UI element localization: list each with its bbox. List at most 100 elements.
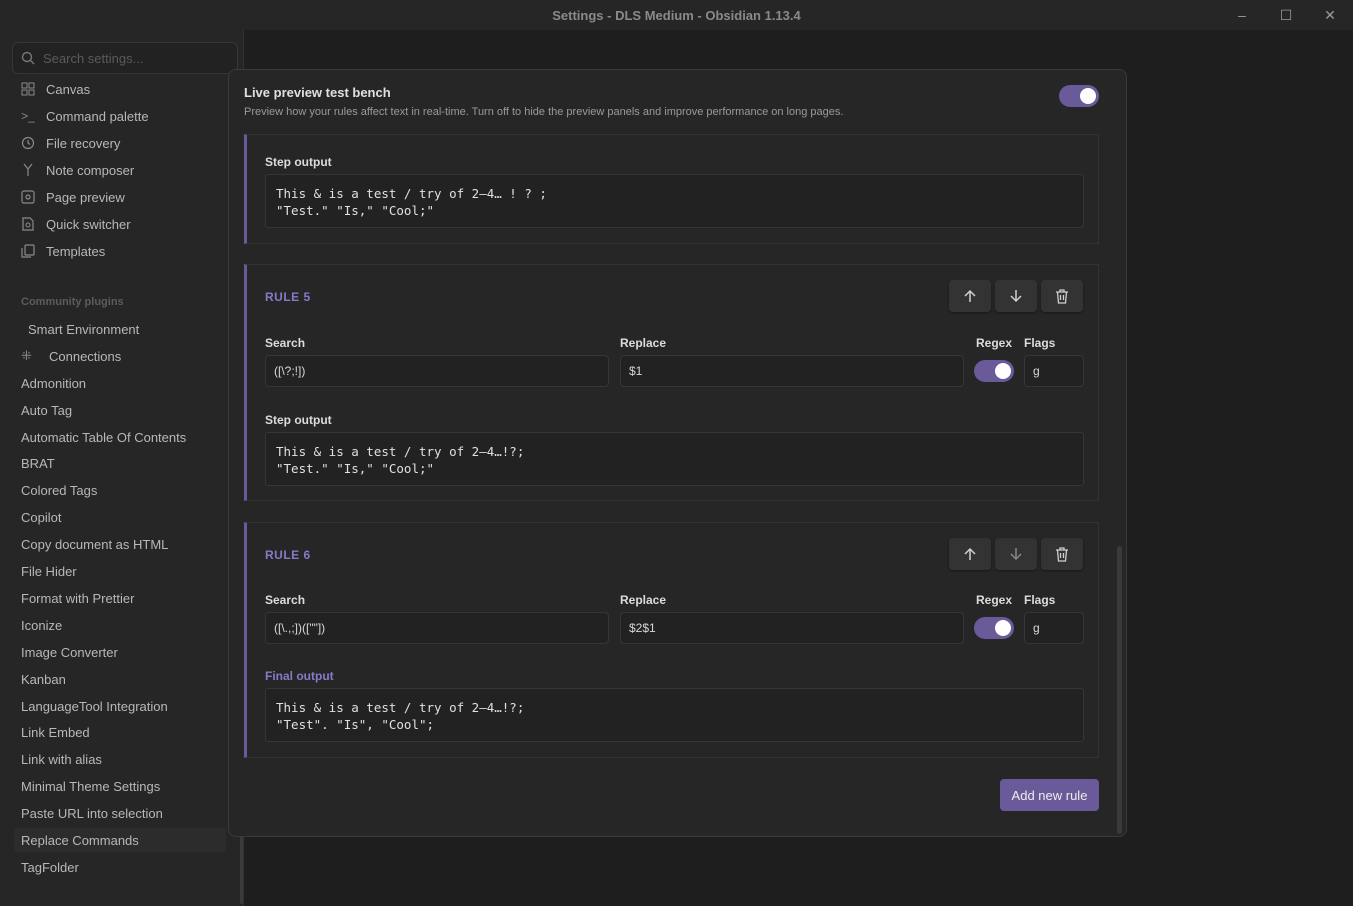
search-input[interactable]: ([\?;!]) [265, 355, 609, 387]
history-icon [20, 135, 36, 151]
delete-rule-button[interactable] [1041, 538, 1083, 570]
sidebar-item-label: Copy document as HTML [21, 536, 169, 552]
sidebar-item-plugin[interactable]: Image Converter [14, 640, 226, 664]
sidebar-item-plugin-active[interactable]: Replace Commands [14, 828, 226, 852]
sidebar-item-label: Link Embed [21, 724, 90, 740]
flags-input[interactable]: g [1024, 355, 1084, 387]
sidebar-item-plugin[interactable]: Admonition [14, 371, 226, 395]
sidebar-item-plugin[interactable]: Copilot [14, 505, 226, 529]
sidebar-item-label: Templates [46, 243, 106, 259]
sidebar-item-label: File Hider [21, 563, 77, 579]
sidebar-item-label: Note composer [46, 162, 135, 178]
sidebar-item-label: Automatic Table Of Contents [21, 429, 187, 445]
settings-sidebar: Canvas >_ Command palette File recovery … [0, 30, 244, 906]
sidebar-item-canvas[interactable]: Canvas [14, 77, 226, 101]
window-title: Settings - DLS Medium - Obsidian 1.13.4 [552, 7, 801, 23]
sidebar-item-quick-switcher[interactable]: Quick switcher [14, 212, 226, 236]
move-up-button[interactable] [949, 538, 991, 570]
sidebar-item-connections[interactable]: ⁜ Connections [14, 344, 226, 368]
rule-title: RULE 5 [265, 290, 311, 304]
sidebar-item-plugin[interactable]: Link with alias [14, 747, 226, 771]
sidebar-item-label: Command palette [46, 108, 149, 124]
sidebar-item-label: Quick switcher [46, 216, 131, 232]
arrow-down-icon [1010, 290, 1022, 303]
sidebar-item-plugin[interactable]: Format with Prettier [14, 586, 226, 610]
sidebar-item-label: Link with alias [21, 751, 102, 767]
sidebar-item-plugin[interactable]: Auto Tag [14, 398, 226, 422]
copy-icon [20, 243, 36, 259]
rules-modal: Live preview test bench Preview how your… [228, 69, 1127, 837]
file-search-icon [20, 216, 36, 232]
setting-name: Live preview test bench [244, 85, 391, 100]
sidebar-item-plugin[interactable]: Paste URL into selection [14, 801, 226, 825]
rule-title: RULE 6 [265, 548, 311, 562]
minimize-button[interactable]: – [1220, 0, 1264, 30]
sidebar-item-label: BRAT [21, 455, 55, 471]
search-label: Search [265, 336, 306, 350]
live-preview-toggle[interactable] [1059, 85, 1099, 107]
maximize-icon: ☐ [1279, 6, 1293, 23]
sidebar-item-label: Connections [49, 348, 122, 364]
add-new-rule-button[interactable]: Add new rule [1000, 779, 1099, 811]
sidebar-item-plugin[interactable]: Copy document as HTML [14, 532, 226, 556]
sidebar-item-label: Copilot [21, 509, 62, 525]
rule-card-5: RULE 5 Search Replace Regex Flags ([\?;!… [244, 264, 1099, 501]
sidebar-item-plugin[interactable]: Iconize [14, 613, 226, 637]
delete-rule-button[interactable] [1041, 280, 1083, 312]
preview-icon [20, 189, 36, 205]
close-button[interactable]: ✕ [1308, 0, 1352, 30]
sidebar-item-plugin[interactable]: TagFolder [14, 855, 226, 879]
flags-input[interactable]: g [1024, 612, 1084, 644]
search-input[interactable] [43, 50, 223, 66]
terminal-icon: >_ [21, 109, 35, 123]
regex-toggle[interactable] [974, 360, 1014, 382]
modal-scrollbar[interactable] [1117, 546, 1122, 834]
trash-icon [1056, 546, 1068, 562]
settings-search[interactable] [12, 42, 238, 74]
move-down-button[interactable] [995, 538, 1037, 570]
arrow-up-icon [964, 547, 976, 560]
move-up-button[interactable] [949, 280, 991, 312]
sidebar-item-page-preview[interactable]: Page preview [14, 185, 226, 209]
sidebar-item-note-composer[interactable]: Note composer [14, 158, 226, 182]
setting-description: Preview how your rules affect text in re… [244, 106, 844, 118]
sidebar-item-plugin[interactable]: Kanban [14, 667, 226, 691]
sidebar-item-plugin[interactable]: Automatic Table Of Contents [14, 425, 226, 449]
replace-input[interactable]: $2$1 [620, 612, 964, 644]
sidebar-item-templates[interactable]: Templates [14, 239, 226, 263]
step-output-text: This & is a test / try of 2–4…!?; "Test.… [265, 432, 1084, 486]
sidebar-item-plugin[interactable]: BRAT [14, 451, 226, 475]
sidebar-item-label: Iconize [21, 617, 63, 633]
sidebar-item-label: Kanban [21, 671, 66, 687]
sidebar-item-label: Smart Environment [28, 321, 140, 337]
sidebar-item-command-palette[interactable]: >_ Command palette [14, 104, 226, 128]
sidebar-item-plugin[interactable]: Link Embed [14, 720, 226, 744]
live-preview-setting: Live preview test bench Preview how your… [244, 85, 1104, 118]
search-label: Search [265, 593, 306, 607]
sidebar-item-label: Image Converter [21, 644, 118, 660]
sidebar-item-plugin[interactable]: Minimal Theme Settings [14, 774, 226, 798]
sidebar-item-label: LanguageTool Integration [21, 698, 168, 714]
rule-card-previous: Step output This & is a test / try of 2–… [244, 134, 1099, 244]
sidebar-item-plugin[interactable]: File Hider [14, 559, 226, 583]
sidebar-item-smart-environment[interactable]: Smart Environment [14, 317, 226, 341]
flags-label: Flags [1024, 593, 1056, 607]
regex-toggle[interactable] [974, 617, 1014, 639]
sidebar-item-plugin[interactable]: Colored Tags [14, 478, 226, 502]
move-down-button[interactable] [995, 280, 1037, 312]
step-output-label: Step output [265, 155, 332, 169]
sidebar-item-label: Minimal Theme Settings [21, 778, 161, 794]
rule-card-6: RULE 6 Search Replace Regex Flags ([\.,;… [244, 522, 1099, 758]
sidebar-item-file-recovery[interactable]: File recovery [14, 131, 226, 155]
sidebar-item-label: Colored Tags [21, 482, 98, 498]
flags-label: Flags [1024, 336, 1056, 350]
sidebar-item-plugin[interactable]: LanguageTool Integration [14, 694, 226, 718]
search-input[interactable]: ([\.,;])([""]) [265, 612, 609, 644]
sidebar-item-label: TagFolder [21, 859, 79, 875]
regex-label: Regex [976, 336, 1013, 350]
replace-input[interactable]: $1 [620, 355, 964, 387]
final-output-label: Final output [265, 669, 334, 683]
sidebar-item-label: Replace Commands [21, 832, 139, 848]
sidebar-item-label: Auto Tag [21, 402, 73, 418]
maximize-button[interactable]: ☐ [1264, 0, 1308, 30]
